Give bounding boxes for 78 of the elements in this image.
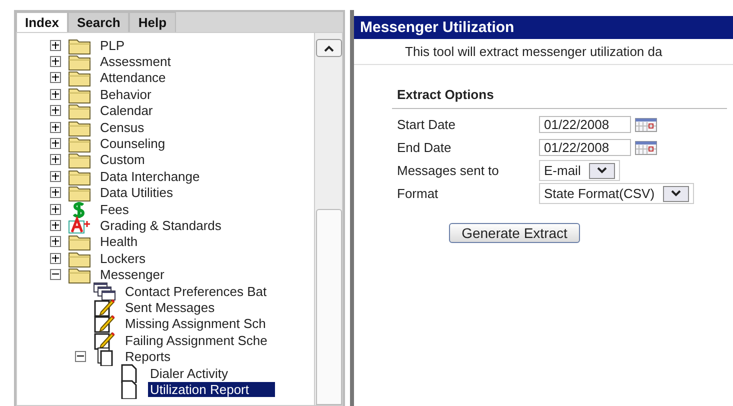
expand-toggle[interactable] bbox=[50, 204, 61, 215]
tree-item[interactable]: Attendance bbox=[98, 70, 168, 86]
expand-toggle[interactable] bbox=[50, 72, 61, 84]
tree-item[interactable]: Fees bbox=[98, 202, 131, 217]
tree-item[interactable]: Lockers bbox=[98, 250, 148, 266]
tree-item[interactable]: Custom bbox=[98, 152, 147, 168]
field-label: End Date bbox=[397, 140, 452, 155]
field-label: Format bbox=[397, 186, 440, 201]
expand-toggle[interactable] bbox=[50, 236, 61, 248]
plus-icon bbox=[51, 254, 60, 263]
expand-toggle[interactable] bbox=[50, 138, 61, 150]
tree-item[interactable]: Grading & Standards bbox=[98, 218, 224, 233]
tree-item[interactable]: Behavior bbox=[98, 86, 154, 102]
tab[interactable]: Help bbox=[129, 12, 176, 32]
caret-up-icon bbox=[322, 44, 334, 52]
scrollbar-thumb[interactable] bbox=[316, 209, 342, 405]
date-field[interactable]: 01/22/2008 bbox=[539, 139, 631, 156]
collapse-toggle[interactable] bbox=[50, 269, 61, 280]
plus-icon bbox=[51, 40, 60, 50]
tree-item[interactable]: Calendar bbox=[98, 103, 155, 118]
field-label: Start Date bbox=[397, 117, 457, 132]
tree-item[interactable]: Data Utilities bbox=[98, 185, 175, 200]
section-heading: Extract Options bbox=[392, 87, 727, 109]
tree-item[interactable]: Reports bbox=[123, 349, 173, 364]
plus-icon bbox=[51, 172, 60, 181]
note-icon bbox=[93, 298, 116, 317]
expand-toggle[interactable] bbox=[50, 252, 61, 264]
expand-toggle[interactable] bbox=[50, 170, 61, 182]
plus-icon bbox=[51, 155, 60, 164]
collapse-toggle[interactable] bbox=[75, 351, 86, 362]
tree-item[interactable]: Counseling bbox=[98, 136, 168, 152]
expand-toggle[interactable] bbox=[50, 105, 61, 116]
generate-extract-button[interactable]: Generate Extract bbox=[448, 223, 580, 243]
plus-icon bbox=[51, 90, 60, 99]
expand-toggle[interactable] bbox=[50, 40, 61, 51]
expand-toggle[interactable] bbox=[50, 187, 61, 198]
calendar-icon[interactable] bbox=[635, 140, 657, 154]
plus-icon bbox=[51, 204, 60, 214]
tab[interactable]: Search bbox=[68, 12, 130, 32]
panel-title: Messenger Utilization bbox=[354, 16, 733, 39]
tree-item[interactable]: Failing Assignment Sche bbox=[123, 332, 270, 348]
expand-toggle[interactable] bbox=[50, 122, 61, 133]
expand-toggle[interactable] bbox=[50, 56, 61, 68]
tree-item[interactable]: Sent Messages bbox=[123, 300, 217, 315]
plus-icon bbox=[51, 237, 60, 246]
plus-icon bbox=[51, 73, 60, 82]
expand-toggle[interactable] bbox=[50, 88, 61, 100]
tree-item[interactable]: Dialer Activity bbox=[148, 366, 230, 380]
tree-item[interactable]: Census bbox=[98, 120, 146, 135]
windows-icon bbox=[93, 282, 116, 301]
grade-icon bbox=[68, 216, 91, 235]
tree-item[interactable]: Health bbox=[98, 234, 140, 250]
tree-item[interactable]: PLP bbox=[98, 38, 127, 53]
calendar-icon[interactable] bbox=[635, 118, 657, 132]
plus-icon bbox=[51, 139, 60, 148]
caret-down-icon bbox=[596, 167, 607, 174]
plus-icon bbox=[51, 106, 60, 116]
tree-item[interactable]: Data Interchange bbox=[98, 168, 202, 184]
caret-down-icon bbox=[670, 190, 681, 197]
plus-icon bbox=[51, 122, 60, 132]
plus-icon bbox=[51, 220, 60, 230]
note-icon bbox=[93, 314, 116, 334]
description-text: This tool will extract messenger utilization da bbox=[354, 39, 733, 65]
tree-item[interactable]: Messenger bbox=[98, 267, 166, 282]
expand-toggle[interactable] bbox=[50, 154, 61, 166]
tree-item[interactable]: Assessment bbox=[98, 54, 173, 70]
expand-toggle[interactable] bbox=[50, 220, 61, 231]
field-label: Messages sent to bbox=[397, 163, 500, 178]
tab[interactable]: Index bbox=[16, 12, 68, 32]
dropdown[interactable]: State Format(CSV) bbox=[539, 183, 694, 204]
plus-icon bbox=[51, 57, 60, 66]
tree-item[interactable]: Contact Preferences Bat bbox=[123, 284, 269, 299]
tree-item[interactable]: Utilization Report bbox=[148, 382, 275, 397]
scroll-up-button[interactable] bbox=[316, 39, 342, 57]
dropdown[interactable]: E-mail bbox=[539, 160, 620, 181]
date-field[interactable]: 01/22/2008 bbox=[539, 116, 631, 133]
plus-icon bbox=[51, 188, 60, 198]
tree-item[interactable]: Missing Assignment Sch bbox=[123, 316, 268, 332]
